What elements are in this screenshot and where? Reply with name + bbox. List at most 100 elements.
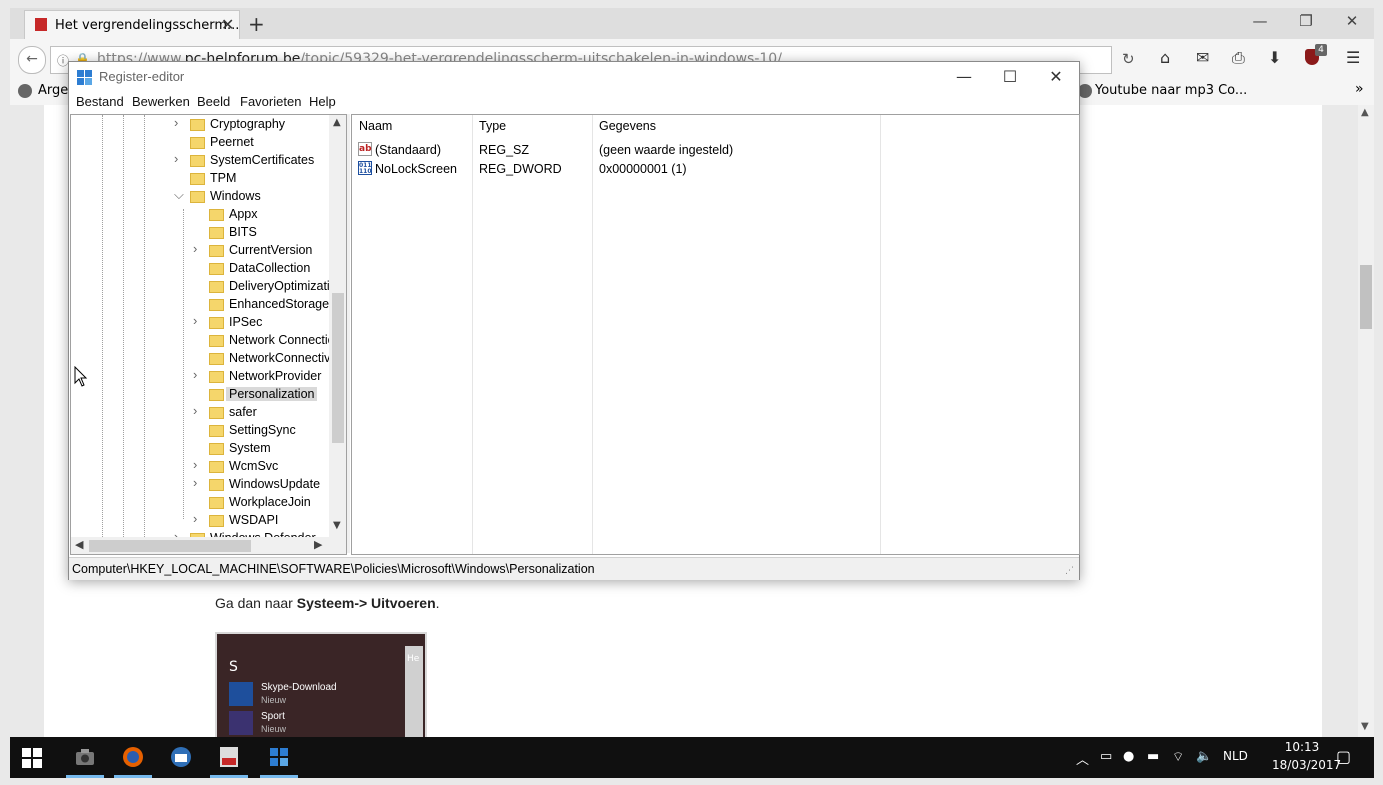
- regedit-title-bar[interactable]: Register-editor — ☐ ✕: [69, 62, 1079, 92]
- tree-item[interactable]: › WSDAPI: [71, 511, 329, 530]
- tree-item[interactable]: Peernet: [71, 134, 329, 152]
- hamburger-menu-icon[interactable]: ☰: [1346, 48, 1360, 67]
- browser-minimize-button[interactable]: —: [1245, 12, 1275, 30]
- page-scrollbar[interactable]: ▲ ▼: [1358, 105, 1374, 737]
- tree-item[interactable]: BITS: [71, 224, 329, 242]
- new-tab-button[interactable]: +: [248, 12, 265, 36]
- volume-icon[interactable]: 🔈: [1196, 749, 1212, 764]
- skype-icon: [229, 682, 253, 706]
- clock-time[interactable]: 10:13: [1272, 740, 1332, 754]
- tray-expand-icon[interactable]: ︿: [1076, 749, 1089, 768]
- column-header-data[interactable]: Gegevens: [599, 119, 656, 133]
- expand-chevron-icon[interactable]: ›: [193, 457, 203, 472]
- taskbar-app-camera[interactable]: [62, 737, 108, 778]
- scroll-down-icon[interactable]: ▼: [333, 520, 341, 531]
- tree-item[interactable]: › WcmSvc: [71, 457, 329, 476]
- menu-favorieten[interactable]: Favorieten: [240, 94, 301, 109]
- tree-item[interactable]: › safer: [71, 403, 329, 422]
- tree-item[interactable]: Network Connectio: [71, 332, 335, 350]
- start-menu-screenshot[interactable]: S Skype-Download Nieuw Sport Nieuw He: [215, 632, 427, 746]
- regedit-maximize-button[interactable]: ☐: [987, 67, 1033, 86]
- reload-icon[interactable]: ↻: [1122, 50, 1135, 68]
- regedit-minimize-button[interactable]: —: [941, 67, 987, 86]
- tree-vertical-scrollbar[interactable]: ▲ ▼: [329, 115, 346, 554]
- expand-chevron-icon[interactable]: ›: [193, 511, 203, 526]
- expand-chevron-icon[interactable]: ›: [193, 367, 203, 382]
- tree-item[interactable]: › CurrentVersion: [71, 241, 329, 260]
- column-header-name[interactable]: Naam: [359, 119, 392, 133]
- scroll-down-icon[interactable]: ▼: [1361, 721, 1369, 732]
- scroll-up-icon[interactable]: ▲: [333, 117, 341, 128]
- expand-chevron-icon[interactable]: ›: [193, 475, 203, 490]
- bookmarks-overflow-button[interactable]: »: [1355, 81, 1364, 97]
- browser-tab[interactable]: Het vergrendelingsscherm... ✕: [24, 10, 240, 40]
- mail-icon[interactable]: ✉: [1196, 48, 1209, 67]
- tree-item[interactable]: › WindowsUpdate: [71, 475, 329, 494]
- tree-item[interactable]: › SystemCertificates: [71, 151, 329, 170]
- download-icon[interactable]: ⬇: [1268, 48, 1281, 67]
- regedit-close-button[interactable]: ✕: [1033, 67, 1079, 86]
- scroll-up-icon[interactable]: ▲: [1361, 107, 1369, 118]
- tree-item[interactable]: System: [71, 440, 329, 458]
- expand-chevron-icon[interactable]: ›: [174, 151, 184, 166]
- expand-chevron-icon[interactable]: ›: [193, 241, 203, 256]
- menu-beeld[interactable]: Beeld: [197, 94, 230, 109]
- column-header-type[interactable]: Type: [479, 119, 506, 133]
- tree-item-label: Peernet: [210, 135, 254, 149]
- expand-chevron-icon[interactable]: ›: [193, 403, 203, 418]
- input-language[interactable]: NLD: [1223, 749, 1248, 763]
- menu-help[interactable]: Help: [309, 94, 336, 109]
- action-center-icon[interactable]: ▢: [1336, 747, 1351, 766]
- taskbar-app-thunderbird[interactable]: [158, 737, 204, 778]
- print-icon[interactable]: ⎙: [1232, 48, 1245, 68]
- menu-bewerken[interactable]: Bewerken: [132, 94, 190, 109]
- tree-item[interactable]: TPM: [71, 170, 329, 188]
- expand-chevron-icon[interactable]: ›: [193, 313, 203, 328]
- scroll-right-icon[interactable]: ▶: [314, 538, 322, 551]
- tree-item[interactable]: WorkplaceJoin: [71, 494, 329, 512]
- tray-security-icon[interactable]: ●: [1123, 749, 1134, 764]
- tree-item[interactable]: › NetworkProvider: [71, 367, 329, 386]
- registry-values-list[interactable]: Naam Type Gegevens ab (Standaard) REG_SZ…: [351, 114, 1080, 555]
- tray-network-drive-icon[interactable]: ▭: [1100, 749, 1112, 764]
- expand-chevron-icon[interactable]: ›: [174, 115, 184, 130]
- browser-close-button[interactable]: ✕: [1337, 12, 1367, 30]
- tree-item[interactable]: EnhancedStorageD: [71, 296, 338, 314]
- tree-horizontal-scrollbar[interactable]: ◀ ▶: [71, 537, 329, 554]
- value-row[interactable]: ab (Standaard) REG_SZ (geen waarde inges…: [352, 141, 1052, 160]
- start-menu-side-text: He: [407, 654, 420, 664]
- tree-item[interactable]: Appx: [71, 206, 329, 224]
- value-row[interactable]: 011 110 NoLockScreen REG_DWORD 0x0000000…: [352, 160, 1052, 179]
- tree-item[interactable]: NetworkConnectiv: [71, 350, 330, 368]
- battery-icon[interactable]: ▬: [1147, 749, 1159, 764]
- resize-grip-icon[interactable]: ⋰: [1065, 566, 1074, 576]
- browser-restore-button[interactable]: ❐: [1291, 12, 1321, 30]
- taskbar-app-regedit[interactable]: [256, 737, 302, 778]
- back-button[interactable]: ←: [18, 46, 46, 74]
- collapse-chevron-icon[interactable]: ⌵: [174, 187, 184, 203]
- tree-item[interactable]: › Cryptography: [71, 115, 329, 134]
- regedit-status-bar: Computer\HKEY_LOCAL_MACHINE\SOFTWARE\Pol…: [69, 557, 1079, 580]
- tree-scroll-thumb[interactable]: [332, 293, 344, 443]
- tree-item[interactable]: DataCollection: [71, 260, 329, 278]
- clock-date[interactable]: 18/03/2017: [1272, 758, 1341, 772]
- browser-tab-title: Het vergrendelingsscherm...: [55, 18, 240, 33]
- tree-item[interactable]: › IPSec: [71, 313, 329, 332]
- tree-item[interactable]: Personalization: [71, 386, 329, 404]
- tab-close-icon[interactable]: ✕: [221, 15, 234, 34]
- bookmark-item[interactable]: Youtube naar mp3 Co...: [1095, 83, 1247, 98]
- taskbar-app-pdf[interactable]: [206, 737, 252, 778]
- registry-key-tree[interactable]: › Cryptography Peernet › SystemCertificates T…: [70, 114, 347, 555]
- tree-item[interactable]: DeliveryOptimizati: [71, 278, 330, 296]
- menu-bestand[interactable]: Bestand: [76, 94, 124, 109]
- page-scroll-thumb[interactable]: [1360, 265, 1372, 329]
- taskbar-app-firefox[interactable]: [110, 737, 156, 778]
- tree-item[interactable]: ⌵ Windows: [71, 187, 329, 206]
- tree-item[interactable]: SettingSync: [71, 422, 329, 440]
- wifi-icon[interactable]: ⌔: [1172, 749, 1184, 765]
- tree-hscroll-thumb[interactable]: [89, 540, 251, 552]
- home-icon[interactable]: ⌂: [1160, 48, 1170, 67]
- scroll-left-icon[interactable]: ◀: [75, 538, 83, 551]
- windows-start-icon[interactable]: [22, 748, 42, 768]
- pane-splitter[interactable]: [347, 114, 350, 553]
